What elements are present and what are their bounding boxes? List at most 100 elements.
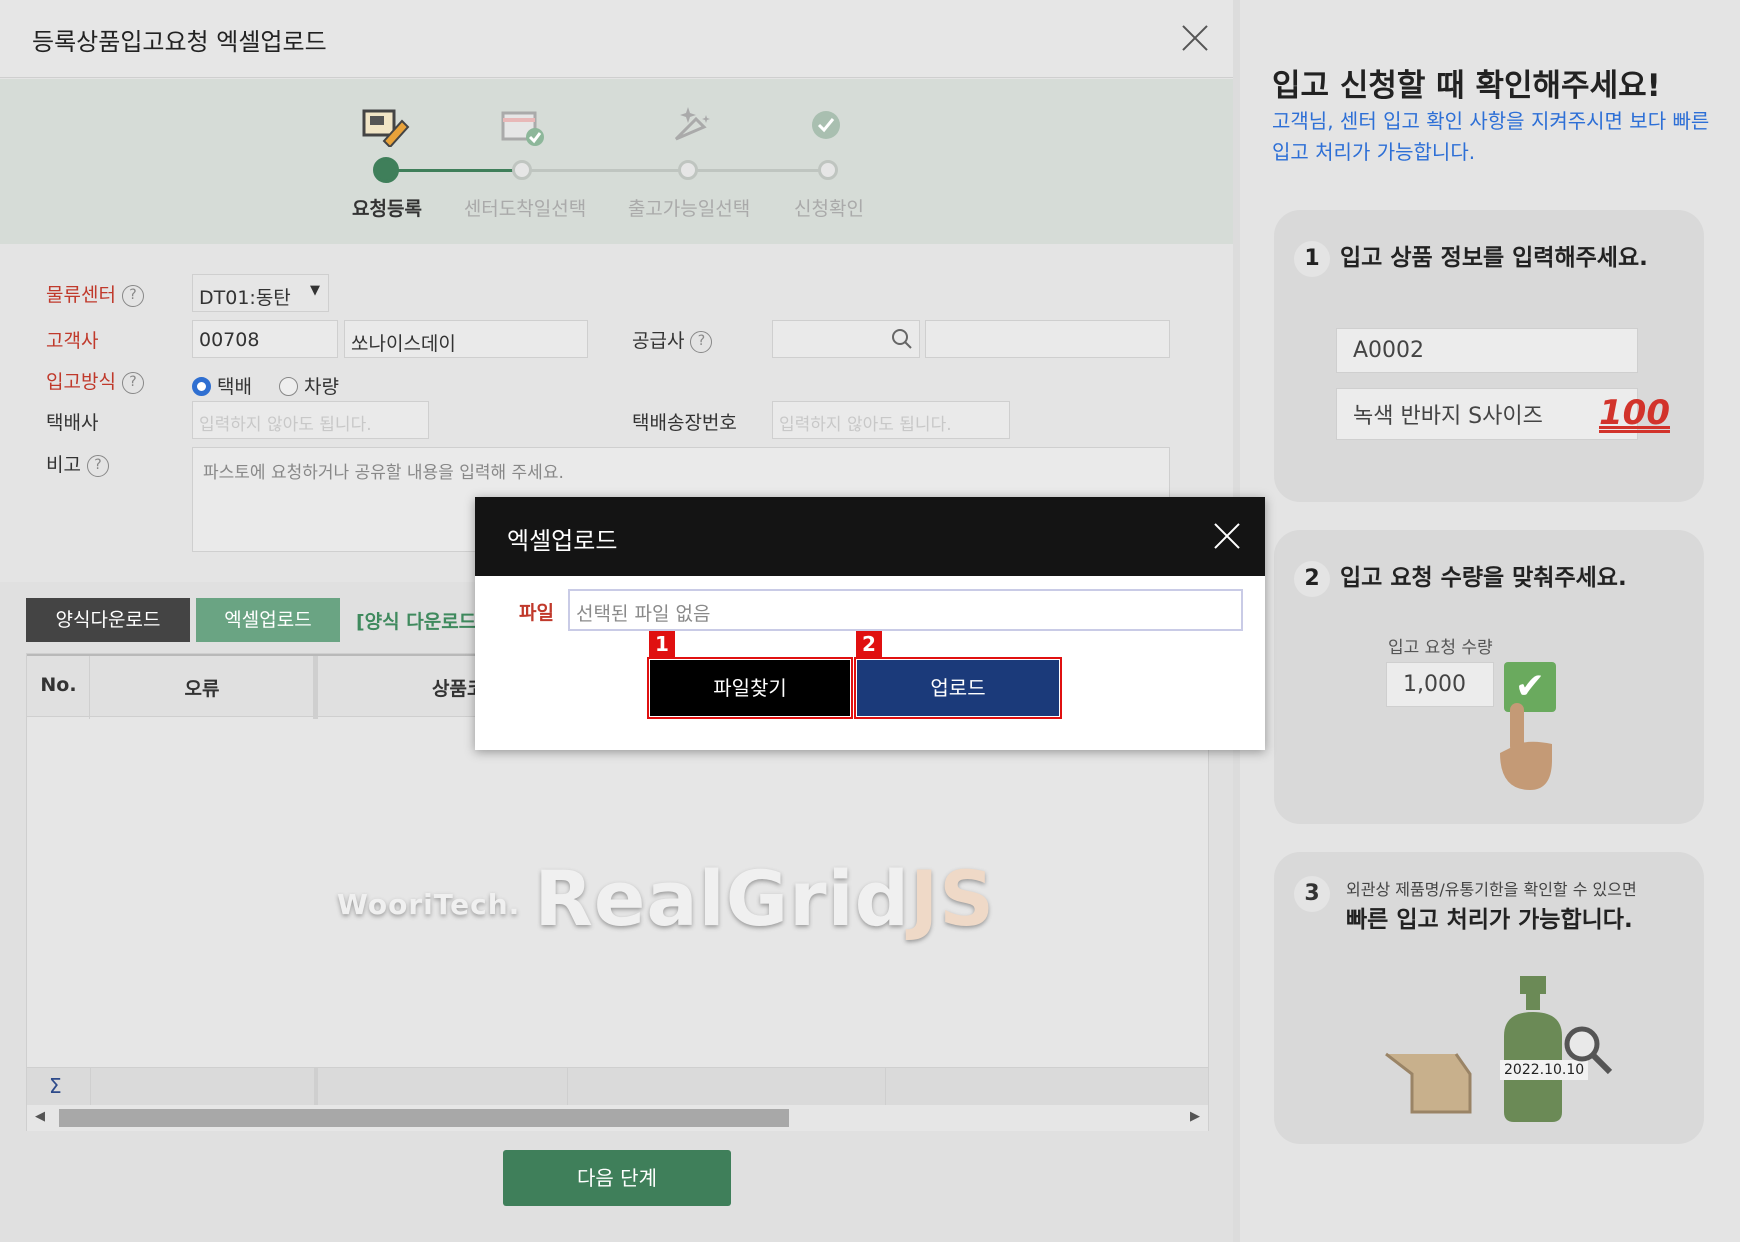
card3-small-text: 외관상 제품명/유통기한을 확인할 수 있으면: [1346, 880, 1637, 899]
grid-col-divider: [314, 656, 318, 719]
grid-footer: Σ: [27, 1067, 1208, 1106]
file-label: 파일: [519, 602, 554, 624]
template-download-link[interactable]: [양식 다운로드: [356, 607, 476, 634]
card1-heading-text: 입고 상품 정보를 입력해주세요.: [1340, 245, 1648, 271]
center-label: 물류센터?: [46, 280, 144, 307]
magnifier-icon: [1564, 1026, 1613, 1075]
sample-name-field: 녹색 반바지 S사이즈: [1336, 388, 1638, 440]
step-label-1: 요청등록: [352, 198, 422, 220]
info-panel: 입고 신청할 때 확인해주세요! 고객님, 센터 입고 확인 사항을 지켜주시면…: [1240, 0, 1740, 1242]
info-card-3: 3 외관상 제품명/유통기한을 확인할 수 있으면 빠른 입고 처리가 가능합니…: [1274, 852, 1704, 1144]
center-label-text: 물류센터: [46, 284, 116, 306]
template-download-button[interactable]: 양식다운로드: [26, 598, 190, 642]
step-label-2: 센터도착일선택: [463, 198, 587, 220]
step-progress-line: [390, 169, 523, 172]
window-title: 등록상품입고요청 엑셀업로드: [32, 28, 327, 56]
step-label-4: 신청확인: [794, 198, 864, 220]
customer-name-field[interactable]: 쏘나이스데이: [344, 320, 588, 358]
memo-label: 비고?: [46, 450, 109, 477]
step-dot-1: [373, 157, 399, 183]
grid-header-error[interactable]: 오류: [90, 674, 314, 701]
step-line: [523, 169, 829, 172]
customer-label: 고객사: [46, 330, 99, 352]
horizontal-scrollbar[interactable]: ◀ ▶: [27, 1105, 1208, 1131]
grid-col-divider: [90, 1068, 91, 1106]
radio-courier-dot: [192, 377, 211, 396]
badge-2: 2: [856, 631, 882, 657]
radio-vehicle-dot: [279, 377, 298, 396]
supplier-label-text: 공급사: [632, 330, 685, 352]
badge-1: 1: [649, 631, 675, 657]
grid-col-divider: [567, 1068, 568, 1106]
highlight-upload: [854, 657, 1062, 719]
scroll-right-icon[interactable]: ▶: [1190, 1109, 1200, 1124]
info-card-2: 2 입고 요청 수량을 맞춰주세요. 입고 요청 수량 1,000 ✔: [1274, 530, 1704, 824]
search-icon[interactable]: [891, 328, 913, 350]
supplier-name-field[interactable]: [925, 320, 1170, 358]
qty-label: 입고 요청 수량: [1388, 638, 1493, 658]
excel-upload-tab-button[interactable]: 엑셀업로드: [196, 598, 340, 642]
courier-field[interactable]: 입력하지 않아도 됩니다.: [192, 401, 429, 439]
stepper: 요청등록 센터도착일선택 출고가능일선택 신청확인: [0, 79, 1233, 244]
radio-courier-label: 택배: [217, 376, 252, 398]
sample-code-field: A0002: [1336, 328, 1638, 373]
grid-col-divider: [885, 1068, 886, 1106]
supplier-search-field[interactable]: [772, 320, 920, 358]
supplier-label: 공급사?: [632, 326, 713, 353]
excel-upload-modal: 엑셀업로드 파일 선택된 파일 없음 파일찾기 업로드 1 2: [475, 497, 1265, 750]
highlight-browse: [647, 657, 853, 719]
info-title: 입고 신청할 때 확인해주세요!: [1272, 68, 1661, 104]
next-step-button[interactable]: 다음 단계: [503, 1150, 731, 1206]
grid-header-no[interactable]: No.: [27, 674, 90, 696]
radio-vehicle-label: 차량: [304, 376, 339, 398]
sum-icon: Σ: [49, 1074, 62, 1098]
card1-heading: 1 입고 상품 정보를 입력해주세요.: [1294, 238, 1648, 277]
register-edit-icon: [362, 109, 410, 147]
watermark-brand: WooriTech.: [337, 887, 521, 921]
chevron-down-icon: ▼: [310, 283, 320, 298]
radio-vehicle[interactable]: 차량: [279, 372, 339, 399]
step-number: 3: [1294, 876, 1330, 912]
customer-code-field[interactable]: 00708: [192, 320, 338, 358]
info-card-1: 1 입고 상품 정보를 입력해주세요. A0002 녹색 반바지 S사이즈 100: [1274, 210, 1704, 502]
center-select[interactable]: DT01:동탄 ▼: [192, 274, 329, 312]
close-modal-icon[interactable]: [1212, 521, 1242, 551]
tracking-field[interactable]: 입력하지 않아도 됩니다.: [772, 401, 1010, 439]
watermark-main: RealGrid: [534, 854, 911, 943]
help-icon[interactable]: ?: [121, 371, 144, 394]
file-path-field[interactable]: 선택된 파일 없음: [568, 589, 1243, 631]
info-subtitle: 고객님, 센터 입고 확인 사항을 지켜주시면 보다 빠른 입고 처리가 가능합…: [1272, 109, 1710, 164]
method-label: 입고방식?: [46, 367, 144, 394]
memo-label-text: 비고: [46, 454, 81, 476]
step-number: 2: [1294, 561, 1330, 597]
step-label-3: 출고가능일선택: [627, 198, 751, 220]
sparkle-ship-icon: [674, 107, 710, 141]
card2-heading-text: 입고 요청 수량을 맞춰주세요.: [1340, 565, 1627, 591]
card3-heading: 빠른 입고 처리가 가능합니다.: [1346, 907, 1633, 933]
step-dot-4: [818, 160, 838, 180]
close-window-icon[interactable]: [1180, 23, 1210, 53]
check-circle-icon: [812, 111, 840, 139]
help-icon[interactable]: ?: [690, 330, 713, 353]
modal-title: 엑셀업로드: [507, 527, 618, 555]
step-dot-2: [512, 160, 532, 180]
center-select-value: DT01:동탄: [199, 287, 291, 309]
grid-col-divider: [314, 1068, 318, 1106]
box-icon: [1385, 1052, 1472, 1114]
radio-courier[interactable]: 택배: [192, 372, 252, 399]
method-label-text: 입고방식: [46, 371, 116, 393]
card2-heading: 2 입고 요청 수량을 맞춰주세요.: [1294, 558, 1627, 597]
step-number: 1: [1294, 241, 1330, 277]
help-icon[interactable]: ?: [86, 454, 109, 477]
qty-field: 1,000: [1386, 662, 1494, 707]
realgrid-watermark: WooriTech. RealGridJS: [337, 854, 995, 943]
watermark-js: JS: [910, 854, 996, 943]
hundred-points-icon: 100: [1599, 393, 1670, 433]
tracking-label: 택배송장번호: [632, 412, 737, 434]
help-icon[interactable]: ?: [121, 284, 144, 307]
modal-header: 엑셀업로드: [475, 497, 1265, 576]
scroll-left-icon[interactable]: ◀: [35, 1109, 45, 1124]
step-dot-3: [678, 160, 698, 180]
scrollbar-thumb[interactable]: [59, 1109, 789, 1127]
courier-label: 택배사: [46, 412, 99, 434]
